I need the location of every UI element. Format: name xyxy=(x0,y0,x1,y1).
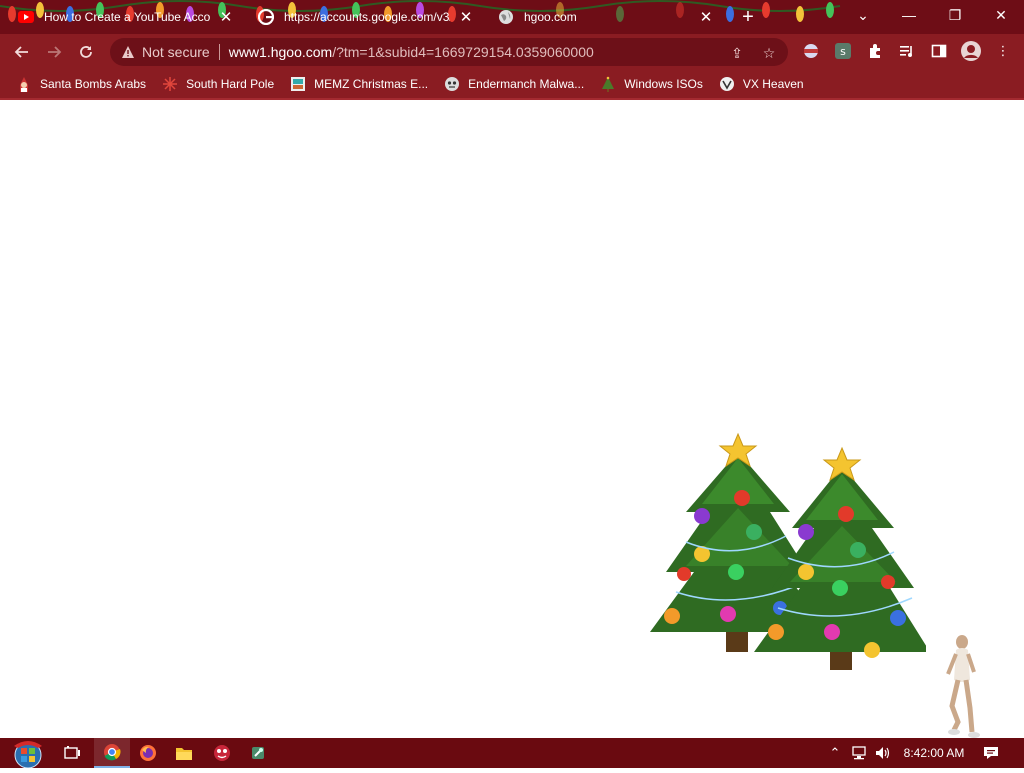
minimize-button[interactable]: — xyxy=(886,0,932,30)
new-tab-button[interactable]: + xyxy=(737,6,759,28)
bookmark-label: Santa Bombs Arabs xyxy=(40,77,147,91)
show-hidden-icons-chevron-icon[interactable]: ⌃ xyxy=(826,744,844,762)
bookmark-label: MEMZ Christmas E... xyxy=(314,77,429,91)
s-extension-icon[interactable]: s xyxy=(834,42,852,60)
volume-icon[interactable] xyxy=(874,744,892,762)
page-content xyxy=(0,102,1024,738)
flag-extension-icon[interactable] xyxy=(802,42,820,60)
santa-icon xyxy=(16,76,32,92)
bookmarks-bar: Santa Bombs Arabs South Hard Pole MEMZ C… xyxy=(0,70,1024,100)
globe-icon xyxy=(498,9,514,25)
reload-button[interactable] xyxy=(72,38,100,66)
address-bar[interactable]: Not secure www1.hgoo.com/?tm=1&subid4=16… xyxy=(110,38,788,66)
taskbar-tool[interactable] xyxy=(240,738,276,768)
share-icon[interactable]: ⇪ xyxy=(728,44,746,62)
security-label[interactable]: Not secure xyxy=(142,44,210,60)
close-tab-icon[interactable]: ✕ xyxy=(218,9,234,26)
folder-icon xyxy=(176,748,192,760)
vx-icon xyxy=(719,76,735,92)
tab-hgoo[interactable]: hgoo.com ✕ xyxy=(484,0,724,34)
close-tab-icon[interactable]: ✕ xyxy=(458,9,474,26)
taskbar-firefox[interactable] xyxy=(130,738,166,768)
tree-icon xyxy=(600,76,616,92)
start-button[interactable] xyxy=(10,738,46,769)
tab-title: How to Create a YouTube Account xyxy=(44,10,210,24)
taskbar-file-explorer[interactable] xyxy=(166,738,202,768)
tab-title: https://accounts.google.com/v3/ xyxy=(284,10,450,24)
menu-kebab-icon[interactable]: ⋮ xyxy=(994,42,1012,60)
tab-strip: How to Create a YouTube Account ✕ https:… xyxy=(0,0,1024,34)
extensions-puzzle-icon[interactable] xyxy=(866,42,884,60)
back-button[interactable] xyxy=(8,38,36,66)
christmas-trees-image xyxy=(650,432,926,670)
memz-icon xyxy=(290,76,306,92)
url-path: /?tm=1&subid4=1669729154.0359060000 xyxy=(332,44,594,60)
bookmark-endermanch-malware[interactable]: Endermanch Malwa... xyxy=(444,72,584,96)
tool-app-icon xyxy=(252,747,264,759)
tab-youtube[interactable]: How to Create a YouTube Account ✕ xyxy=(4,0,244,34)
browser-toolbar: Not secure www1.hgoo.com/?tm=1&subid4=16… xyxy=(0,34,1024,70)
tab-google-accounts[interactable]: https://accounts.google.com/v3/ ✕ xyxy=(244,0,484,34)
network-icon[interactable] xyxy=(850,744,868,762)
url-text[interactable]: www1.hgoo.com/?tm=1&subid4=1669729154.03… xyxy=(229,44,594,60)
windows-taskbar: ⌃ 8:42:00 AM xyxy=(0,738,1024,769)
action-center-icon[interactable] xyxy=(982,744,1000,762)
taskbar-chrome[interactable] xyxy=(94,738,130,768)
back-arrow-icon xyxy=(14,46,28,58)
taskbar-memz[interactable] xyxy=(204,738,240,768)
bookmark-santa-bombs-arabs[interactable]: Santa Bombs Arabs xyxy=(16,72,146,96)
bookmark-label: Endermanch Malwa... xyxy=(468,77,585,91)
bookmark-vx-heaven[interactable]: VX Heaven xyxy=(719,72,804,96)
endermanch-icon xyxy=(444,76,460,92)
firefox-icon xyxy=(140,745,156,761)
bookmark-south-hard-pole[interactable]: South Hard Pole xyxy=(162,72,274,96)
bookmark-star-icon[interactable]: ☆ xyxy=(760,44,778,62)
system-clock[interactable]: 8:42:00 AM xyxy=(898,738,970,768)
side-panel-icon[interactable] xyxy=(930,42,948,60)
divider xyxy=(218,44,220,60)
bookmark-label: VX Heaven xyxy=(742,77,804,91)
task-view-button[interactable] xyxy=(54,738,90,768)
profile-avatar-icon[interactable] xyxy=(960,40,982,62)
media-control-icon[interactable] xyxy=(898,42,916,60)
bookmark-windows-isos[interactable]: Windows ISOs xyxy=(600,72,703,96)
restore-button[interactable]: ❐ xyxy=(932,0,978,30)
windows-start-icon xyxy=(14,741,42,769)
walking-figure-image xyxy=(946,635,980,738)
forward-arrow-icon xyxy=(48,46,62,58)
close-tab-icon[interactable]: ✕ xyxy=(698,9,714,26)
google-icon xyxy=(258,9,274,25)
bookmark-label: Windows ISOs xyxy=(624,77,703,91)
tab-search-button[interactable]: ⌄ xyxy=(840,0,886,30)
svg-text:s: s xyxy=(840,45,846,58)
close-window-button[interactable]: ✕ xyxy=(978,0,1024,30)
snowflake-icon xyxy=(162,76,178,92)
task-view-icon xyxy=(64,746,80,759)
youtube-icon xyxy=(18,9,34,25)
memz-app-icon xyxy=(214,745,230,761)
url-host: www1.hgoo.com xyxy=(228,44,333,60)
tab-title: hgoo.com xyxy=(524,10,577,24)
reload-icon xyxy=(80,46,92,58)
chrome-icon xyxy=(104,744,121,761)
forward-button[interactable] xyxy=(40,38,68,66)
warning-icon xyxy=(120,44,136,60)
bookmark-label: South Hard Pole xyxy=(186,77,275,91)
bookmark-memz-christmas[interactable]: MEMZ Christmas E... xyxy=(290,72,428,96)
